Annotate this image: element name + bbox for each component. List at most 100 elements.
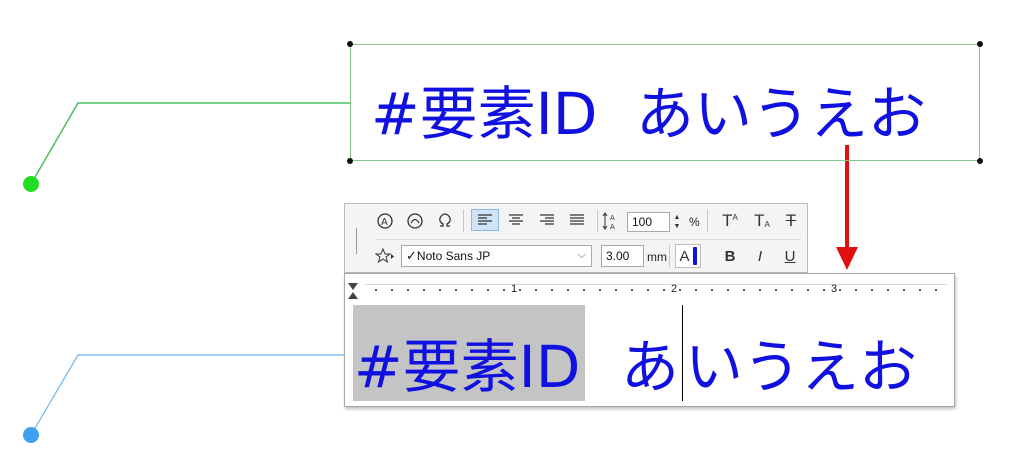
editor-text-rest: いうえお [685, 333, 918, 401]
align-justify-button[interactable] [563, 209, 591, 231]
spin-down-icon[interactable]: ▼ [674, 222, 681, 231]
ruler-tick [903, 289, 905, 291]
ruler-tick [919, 289, 921, 291]
underline-button[interactable]: U [779, 245, 801, 267]
omega-icon[interactable] [433, 210, 457, 232]
ruler-tick [439, 289, 441, 291]
align-center-icon [509, 214, 523, 225]
toolbar-separator [669, 245, 670, 267]
ruler-tick [423, 289, 425, 291]
text-editor[interactable]: 1 2 3 #要素ID あ いうえお [344, 273, 955, 407]
align-right-icon [540, 214, 554, 225]
ruler-tick [455, 289, 457, 291]
editor-text-a: あ [621, 333, 680, 401]
ruler-tick [791, 289, 793, 291]
line-spacing-icon: AA [601, 210, 625, 232]
bold-button[interactable]: B [719, 245, 741, 267]
ruler-tick [487, 289, 489, 291]
ruler-tick [519, 289, 521, 291]
line-spacing-spinner[interactable]: ▲ ▼ [671, 211, 683, 233]
font-name-value: Noto Sans JP [416, 249, 491, 263]
font-check-icon: ✓ [406, 248, 417, 263]
red-arrow-head [836, 247, 858, 270]
label-text-kana: あいうえお [636, 80, 927, 148]
font-size-unit: mm [647, 250, 667, 264]
align-justify-icon [570, 214, 584, 225]
italic-button[interactable]: I [749, 245, 771, 267]
editor-text-id: #要素ID [354, 333, 581, 401]
ruler-tick [823, 289, 825, 291]
subscript-button[interactable]: TA [749, 210, 775, 232]
ruler-mark-1: 1 [511, 283, 518, 295]
ruler-tick [567, 289, 569, 291]
text-color-swatch [692, 247, 697, 265]
superscript-mark: A [732, 213, 738, 222]
text-caret [682, 305, 683, 401]
strikethrough-button[interactable]: T [779, 210, 803, 232]
text-color-button[interactable]: A [675, 244, 701, 268]
svg-text:A: A [610, 214, 615, 222]
ruler-tick [503, 289, 505, 291]
italic-label: I [757, 247, 763, 265]
toolbar-row-divider [375, 239, 801, 240]
leader-line-blue [30, 354, 344, 436]
font-name-dropdown[interactable]: ✓ Noto Sans JP ⌵ [401, 245, 592, 267]
align-right-button[interactable] [533, 209, 561, 231]
toolbar-grip[interactable] [356, 228, 357, 254]
ruler-tick [551, 289, 553, 291]
ruler-tick [663, 289, 665, 291]
ruler-tick [647, 289, 649, 291]
ruler-tick [391, 289, 393, 291]
resize-handle-tl[interactable] [347, 41, 353, 47]
line-spacing-input[interactable]: 100 [627, 212, 670, 232]
leader-dot-green[interactable] [23, 176, 39, 192]
ruler-tick [471, 289, 473, 291]
leader-dot-blue[interactable] [23, 427, 39, 443]
ruler-mark-2: 2 [671, 283, 678, 295]
bold-label: B [724, 247, 736, 265]
svg-text:A: A [610, 223, 615, 230]
text-style-a-icon[interactable]: A [373, 210, 397, 232]
ruler-tick [839, 289, 841, 291]
ruler-tick [535, 289, 537, 291]
line-spacing-unit: % [689, 215, 700, 229]
align-center-button[interactable] [502, 209, 530, 231]
leader-line-green [30, 102, 350, 185]
resize-handle-tr[interactable] [977, 41, 983, 47]
ruler-tick [679, 289, 681, 291]
toolbar-separator [707, 210, 708, 232]
subscript-label: T [754, 211, 765, 230]
ruler-tick [743, 289, 745, 291]
ruler-tick [711, 289, 713, 291]
ruler-tick [775, 289, 777, 291]
text-style-curve-icon[interactable] [403, 210, 427, 232]
superscript-button[interactable]: TA [717, 210, 743, 232]
toolbar-separator [597, 210, 598, 232]
indent-marker-icon[interactable] [347, 282, 359, 305]
ruler-tick [871, 289, 873, 291]
spin-up-icon[interactable]: ▲ [674, 213, 681, 222]
subscript-mark: A [764, 220, 770, 229]
align-left-icon [478, 214, 492, 225]
resize-handle-br[interactable] [977, 158, 983, 164]
toolbar-separator [463, 210, 464, 232]
ruler-tick [855, 289, 857, 291]
ruler-tick [759, 289, 761, 291]
strikethrough-label: T [785, 211, 797, 230]
ruler-tick [887, 289, 889, 291]
ruler-tick [407, 289, 409, 291]
chevron-down-icon: ⌵ [577, 249, 586, 261]
font-size-input[interactable]: 3.00 [601, 245, 644, 267]
ruler-tick [807, 289, 809, 291]
ruler-mark-3: 3 [831, 283, 838, 295]
ruler-tick [599, 289, 601, 291]
ruler: 1 2 3 [365, 283, 947, 297]
ruler-tick [583, 289, 585, 291]
label-element-box[interactable]: #要素ID あいうえお [350, 44, 980, 161]
favorites-star-icon[interactable] [373, 245, 397, 267]
ruler-tick [375, 289, 377, 291]
resize-handle-bl[interactable] [347, 158, 353, 164]
underline-label: U [784, 247, 796, 265]
align-left-button[interactable] [471, 209, 499, 231]
svg-text:A: A [381, 217, 388, 228]
